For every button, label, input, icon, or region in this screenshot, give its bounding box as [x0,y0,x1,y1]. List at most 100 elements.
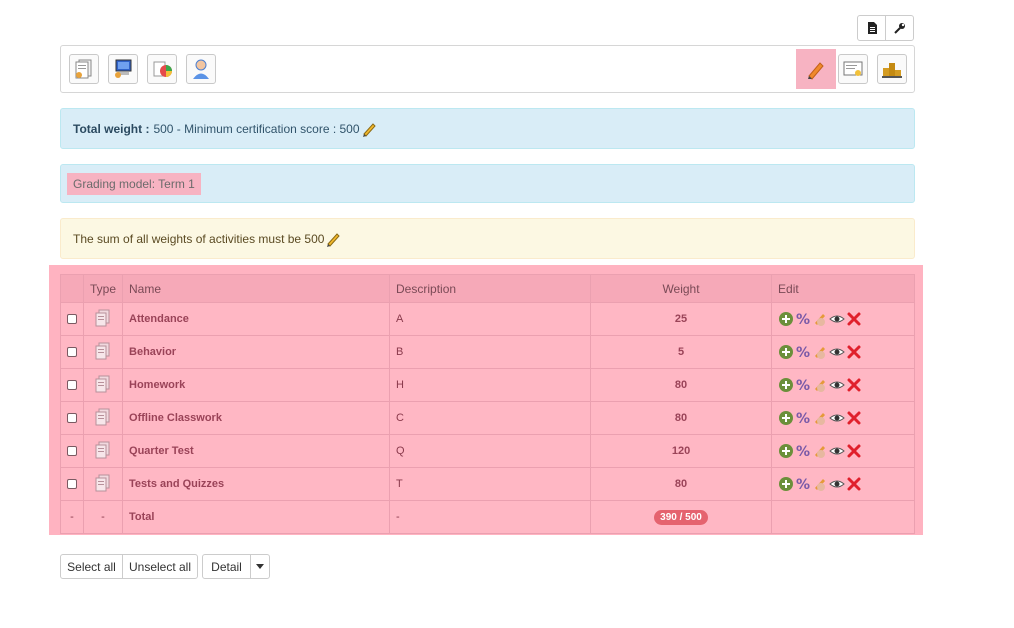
edit-button[interactable] [801,54,831,84]
pencil-icon[interactable] [326,231,342,247]
table-row: Attendance A 25 % [60,302,915,336]
percent-icon[interactable]: % [795,311,811,327]
pen-hand-icon[interactable] [812,377,828,393]
add-icon[interactable] [778,476,794,492]
pen-hand-icon[interactable] [812,410,828,426]
row-type-cell [82,368,124,402]
row-description: Q [389,434,592,468]
table-row: Behavior B 5 % [60,335,915,369]
user-icon [193,59,209,79]
percent-icon[interactable]: % [795,476,811,492]
podium-icon [882,63,902,78]
eye-icon[interactable] [829,377,845,393]
percent-icon[interactable]: % [795,443,811,459]
header-weight: Weight [590,274,773,303]
eye-icon[interactable] [829,410,845,426]
percent-icon[interactable]: % [795,410,811,426]
wrench-button[interactable] [885,15,914,41]
pencil-icon[interactable] [362,121,378,137]
row-weight: 80 [590,467,773,501]
total-name: Total [122,500,391,534]
add-icon[interactable] [778,311,794,327]
pen-hand-icon[interactable] [812,311,828,327]
document-button[interactable] [857,15,886,41]
certificate-button[interactable] [838,54,868,84]
delete-icon[interactable] [846,410,862,426]
svg-text:%: % [796,345,810,360]
activity-type-icon [95,342,110,359]
row-description: H [389,368,592,402]
select-all-button[interactable]: Select all [60,554,123,579]
delete-icon[interactable] [846,311,862,327]
row-edit-cell: % [771,467,915,501]
delete-icon[interactable] [846,476,862,492]
detail-button[interactable]: Detail [202,554,251,579]
row-edit-cell: % [771,401,915,435]
podium-button[interactable] [877,54,907,84]
row-name: Offline Classwork [122,401,391,435]
row-edit-cell: % [771,302,915,336]
detail-dropdown-toggle[interactable] [250,554,270,579]
delete-icon[interactable] [846,344,862,360]
row-checkbox[interactable] [67,314,77,325]
grading-model-alert: Grading model: Term 1 [60,164,915,203]
eye-icon[interactable] [829,311,845,327]
row-type-cell [82,302,124,336]
pen-hand-icon[interactable] [812,443,828,459]
user-button[interactable] [186,54,216,84]
evaluation-table: Type Name Description Weight Edit Attend… [60,274,915,534]
row-name: Tests and Quizzes [122,467,391,501]
delete-icon[interactable] [846,443,862,459]
activity-type-icon [95,474,110,491]
delete-icon[interactable] [846,377,862,393]
eye-icon[interactable] [829,443,845,459]
caret-down-icon [256,564,264,569]
activity-type-icon [95,309,110,326]
row-weight: 5 [590,335,773,369]
top-right-buttons [857,15,914,41]
row-type-cell [82,335,124,369]
svg-text:%: % [796,444,810,459]
row-checkbox[interactable] [67,413,77,424]
percent-icon[interactable]: % [795,344,811,360]
header-edit: Edit [771,274,915,303]
total-weight-badge: 390 / 500 [654,509,708,525]
row-checkbox[interactable] [67,347,77,358]
computer-settings-button[interactable] [108,54,138,84]
pen-hand-icon[interactable] [812,344,828,360]
add-icon[interactable] [778,377,794,393]
add-icon[interactable] [778,443,794,459]
total-type: - [82,500,124,534]
row-edit-cell: % [771,335,915,369]
row-checkbox[interactable] [67,380,77,391]
row-name: Quarter Test [122,434,391,468]
add-icon[interactable] [778,344,794,360]
activity-type-icon [95,441,110,458]
pen-hand-icon[interactable] [812,476,828,492]
wrench-icon [893,23,905,34]
row-checkbox-cell [60,467,84,501]
table-total-row: - - Total -390 / 500 [60,500,915,534]
row-checkbox[interactable] [67,479,77,490]
percent-icon[interactable]: % [795,377,811,393]
unselect-all-button[interactable]: Unselect all [122,554,198,579]
row-checkbox-cell [60,335,84,369]
pie-chart-button[interactable] [147,54,177,84]
total-description: - [389,500,592,534]
row-weight: 120 [590,434,773,468]
row-checkbox[interactable] [67,446,77,457]
row-description: C [389,401,592,435]
row-weight: 80 [590,401,773,435]
computer-settings-icon [115,59,132,78]
svg-text:%: % [796,477,810,492]
add-icon[interactable] [778,410,794,426]
svg-text:%: % [796,312,810,327]
certificate-icon [843,61,863,76]
total-weight-cell: 390 / 500 [590,500,773,534]
eye-icon[interactable] [829,344,845,360]
row-name: Behavior [122,335,391,369]
row-type-cell [82,401,124,435]
add-document-button[interactable] [69,54,99,84]
eye-icon[interactable] [829,476,845,492]
header-check [60,274,84,303]
